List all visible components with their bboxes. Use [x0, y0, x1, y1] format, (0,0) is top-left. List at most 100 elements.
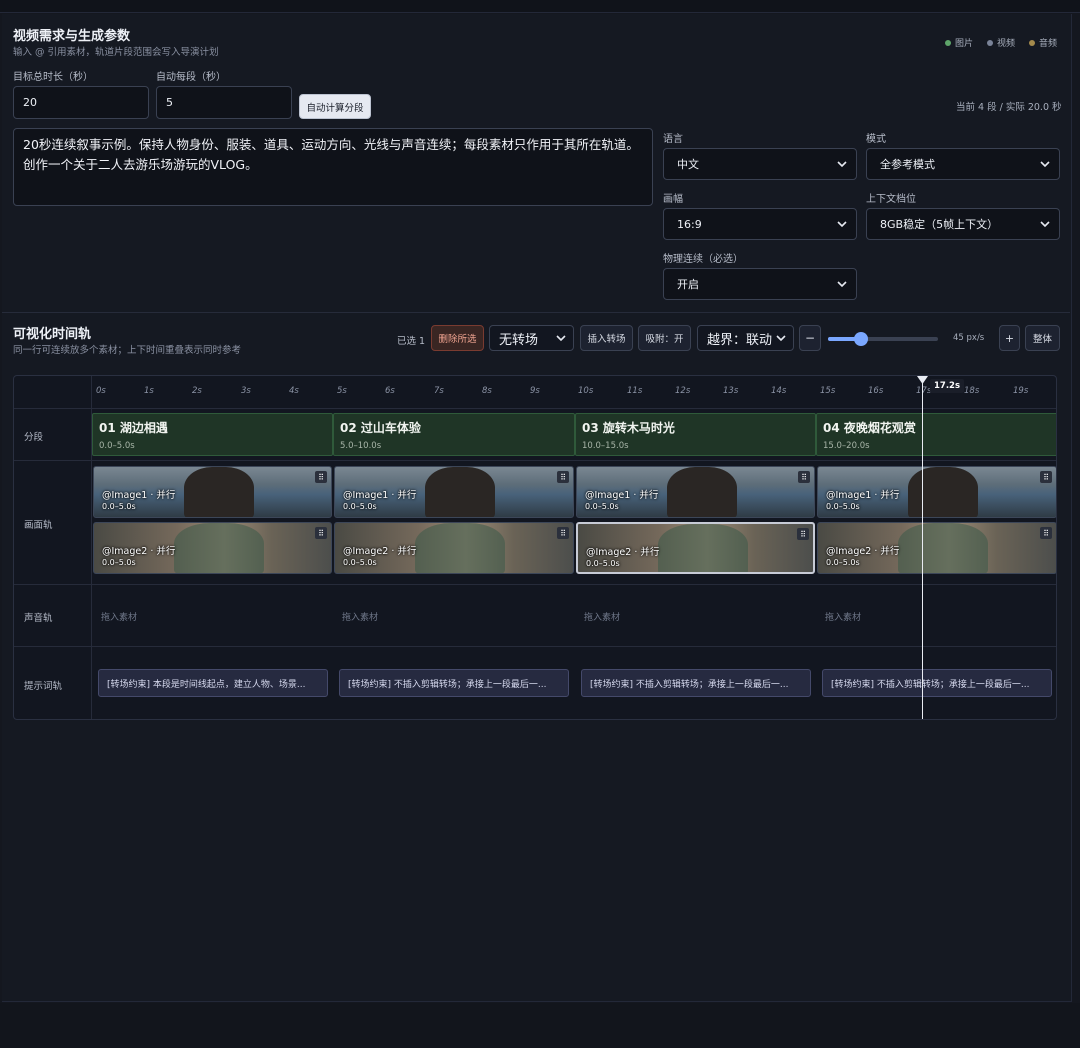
bounds-value: 越界：联动: [707, 332, 773, 348]
zoom-out-button[interactable]: −: [799, 325, 821, 351]
chevron-down-icon: [776, 335, 786, 342]
insert-transition-button[interactable]: 插入转场: [580, 325, 633, 351]
ruler-tick: 19s: [1013, 386, 1029, 396]
ruler-tick: 16s: [868, 386, 884, 396]
row-divider: [14, 460, 1056, 461]
ruler-tick: 11s: [627, 386, 643, 396]
drag-handle-icon[interactable]: ⠿: [1040, 527, 1052, 539]
media-clip[interactable]: @Image1 · 并行 0.0–5.0s ⠿: [334, 466, 574, 518]
segment-block[interactable]: 03 旋转木马时光 10.0–15.0s: [575, 413, 816, 456]
segment-block[interactable]: 01 湖边相遇 0.0–5.0s: [92, 413, 333, 456]
clip-name: @Image2 · 并行: [343, 546, 417, 557]
clip-thumbnail: [415, 523, 505, 573]
prompt-textarea[interactable]: 20秒连续叙事示例。保持人物身份、服装、道具、运动方向、光线与声音连续；每段素材…: [13, 128, 653, 206]
segment-block[interactable]: 02 过山车体验 5.0–10.0s: [333, 413, 575, 456]
image-color-dot: [945, 39, 951, 46]
clip-time: 0.0–5.0s: [585, 502, 619, 511]
media-clip[interactable]: @Image2 · 并行 0.0–5.0s ⠿: [334, 522, 574, 574]
zoom-slider-track[interactable]: [828, 332, 938, 346]
delete-selected-button[interactable]: 删除所选: [431, 325, 484, 351]
duration-input[interactable]: 20: [13, 86, 149, 119]
ruler-tick: 17s: [916, 386, 932, 396]
aspect-select[interactable]: 16:9: [663, 208, 857, 240]
media-clip[interactable]: @Image2 · 并行 0.0–5.0s ⠿: [93, 522, 332, 574]
legend-label: 音频: [1039, 39, 1058, 49]
drag-handle-icon[interactable]: ⠿: [557, 527, 569, 539]
ruler-tick: 13s: [723, 386, 739, 396]
drag-handle-icon[interactable]: ⠿: [798, 471, 810, 483]
drag-handle-icon[interactable]: ⠿: [797, 528, 809, 540]
segment-time: 10.0–15.0s: [582, 441, 629, 451]
context-select[interactable]: 8GB稳定（5帧上下文）: [866, 208, 1060, 240]
timeline-area[interactable]: 0s 1s 2s 3s 4s 5s 6s 7s 8s 9s 10s 11s 12…: [13, 375, 1057, 720]
context-label: 上下文档位: [866, 194, 916, 205]
zoom-in-button[interactable]: +: [999, 325, 1020, 351]
auto-segment-button[interactable]: 自动计算分段: [299, 94, 371, 119]
audio-color-dot: [1029, 39, 1035, 46]
physics-select[interactable]: 开启: [663, 268, 857, 300]
bounds-select[interactable]: 越界：联动: [697, 325, 794, 351]
timeline-subtitle: 同一行可连续放多个素材；上下时间重叠表示同时参考: [13, 345, 242, 356]
aspect-value: 16:9: [677, 217, 702, 231]
clip-name: @Image2 · 并行: [102, 546, 176, 557]
chevron-down-icon: [1040, 221, 1050, 228]
legend-video: 视频: [987, 36, 1015, 49]
ruler-tick: 15s: [820, 386, 836, 396]
clip-time: 0.0–5.0s: [826, 502, 860, 511]
ruler-tick: 12s: [675, 386, 691, 396]
selected-count: 已选 1: [397, 336, 426, 347]
media-clip-selected[interactable]: @Image2 · 并行 0.0–5.0s ⠿: [576, 522, 815, 574]
playhead-marker-icon[interactable]: [917, 376, 928, 384]
mode-select[interactable]: 全参考模式: [866, 148, 1060, 180]
drag-handle-icon[interactable]: ⠿: [1040, 471, 1052, 483]
snap-toggle-button[interactable]: 吸附：开: [638, 325, 691, 351]
segment-length-label: 自动每段（秒）: [156, 72, 226, 83]
section-subtitle: 输入 @ 引用素材，轨道片段范围会写入导演计划: [13, 47, 219, 58]
ruler-tick: 6s: [385, 386, 395, 396]
transition-select[interactable]: 无转场: [489, 325, 574, 351]
chevron-down-icon: [837, 161, 847, 168]
audio-drop-zone[interactable]: 拖入素材: [825, 610, 861, 623]
prompt-clip[interactable]: [转场约束] 不插入剪辑转场；承接上一段最后一...: [581, 669, 811, 697]
audio-drop-zone[interactable]: 拖入素材: [101, 610, 137, 623]
ruler-tick: 1s: [144, 386, 154, 396]
segment-time: 5.0–10.0s: [340, 441, 382, 451]
row-label-video: 画面轨: [24, 520, 53, 531]
language-label: 语言: [663, 134, 683, 145]
segment-title: 02 过山车体验: [340, 421, 421, 435]
ruler-tick: 9s: [530, 386, 540, 396]
drag-handle-icon[interactable]: ⠿: [557, 471, 569, 483]
mode-label: 模式: [866, 134, 886, 145]
clip-thumbnail: [908, 467, 978, 517]
media-clip[interactable]: @Image1 · 并行 0.0–5.0s ⠿: [817, 466, 1056, 518]
audio-drop-zone[interactable]: 拖入素材: [584, 610, 620, 623]
clip-thumbnail: [898, 523, 988, 573]
prompt-clip[interactable]: [转场约束] 不插入剪辑转场；承接上一段最后一...: [822, 669, 1052, 697]
ruler-tick: 3s: [241, 386, 251, 396]
legend-label: 图片: [955, 39, 974, 49]
drag-handle-icon[interactable]: ⠿: [315, 471, 327, 483]
clip-name: @Image1 · 并行: [585, 490, 659, 501]
prompt-clip[interactable]: [转场约束] 本段是时间线起点，建立人物、场景...: [98, 669, 328, 697]
clip-name: @Image2 · 并行: [826, 546, 900, 557]
zoom-slider-thumb[interactable]: [854, 332, 868, 346]
fit-all-button[interactable]: 整体: [1025, 325, 1060, 351]
segment-length-input[interactable]: 5: [156, 86, 292, 119]
media-clip[interactable]: @Image1 · 并行 0.0–5.0s ⠿: [576, 466, 815, 518]
clip-name: @Image1 · 并行: [826, 490, 900, 501]
media-clip[interactable]: @Image2 · 并行 0.0–5.0s ⠿: [817, 522, 1056, 574]
audio-drop-zone[interactable]: 拖入素材: [342, 610, 378, 623]
drag-handle-icon[interactable]: ⠿: [315, 527, 327, 539]
segment-title: 03 旋转木马时光: [582, 421, 675, 435]
media-clip[interactable]: @Image1 · 并行 0.0–5.0s ⠿: [93, 466, 332, 518]
clip-thumbnail: [184, 467, 254, 517]
chevron-down-icon: [837, 281, 847, 288]
segment-block[interactable]: 04 夜晚烟花观赏 15.0–20.0s: [816, 413, 1056, 456]
duration-label: 目标总时长（秒）: [13, 72, 93, 83]
zoom-label: 45 px/s: [953, 333, 985, 343]
section-divider: [2, 312, 1070, 313]
playhead[interactable]: [922, 376, 923, 719]
ruler-tick: 0s: [96, 386, 106, 396]
language-select[interactable]: 中文: [663, 148, 857, 180]
prompt-clip[interactable]: [转场约束] 不插入剪辑转场；承接上一段最后一...: [339, 669, 569, 697]
